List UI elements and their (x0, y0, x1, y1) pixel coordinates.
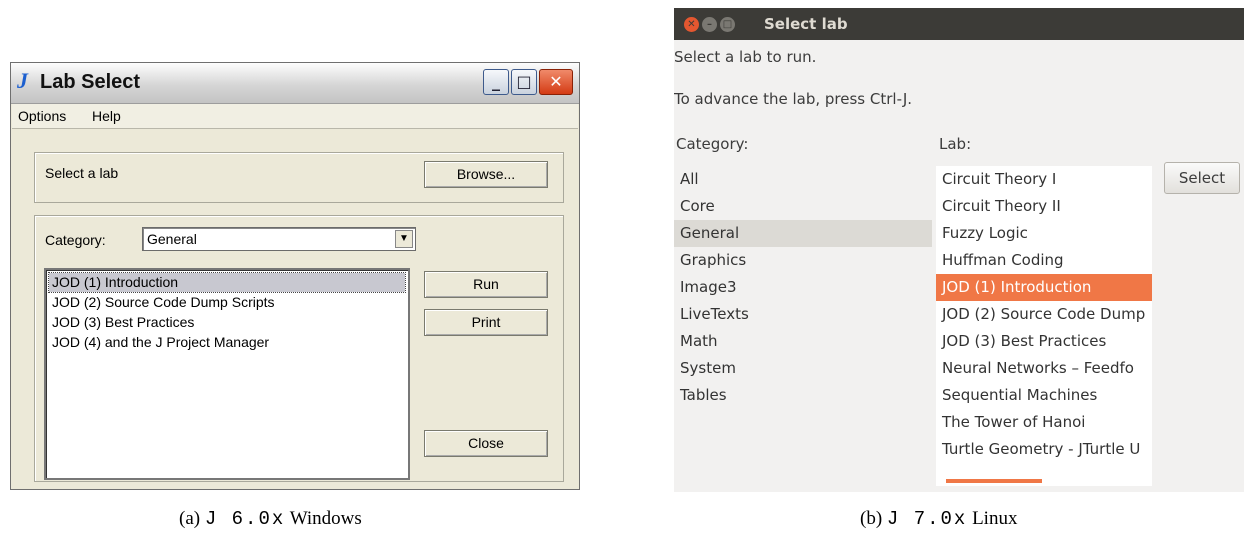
select-button[interactable]: Select (1164, 162, 1240, 194)
dropdown-arrow-icon[interactable]: ▼ (395, 230, 413, 248)
window-title: Lab Select (40, 71, 141, 93)
category-item[interactable]: Tables (674, 382, 932, 409)
minimize-icon[interactable]: _ (483, 69, 509, 95)
minimize-icon[interactable]: – (702, 17, 717, 32)
j-logo-icon: J (17, 68, 28, 93)
category-value: General (147, 231, 197, 247)
title-bar[interactable]: ✕ – □ Select lab (674, 8, 1244, 40)
caption-b-version: J 7.0x (886, 508, 968, 530)
caption-a-suffix: Windows (289, 508, 362, 529)
lab-item[interactable]: Huffman Coding (936, 247, 1152, 274)
menu-help[interactable]: Help (92, 108, 121, 124)
category-item[interactable]: LiveTexts (674, 301, 932, 328)
lab-item[interactable]: Circuit Theory II (936, 193, 1152, 220)
menu-bar: Options Help (12, 104, 578, 129)
scroll-indicator[interactable] (946, 479, 1042, 483)
instruction-advance: To advance the lab, press Ctrl-J. (674, 90, 913, 108)
lab-item[interactable]: Fuzzy Logic (936, 220, 1152, 247)
menu-options[interactable]: Options (18, 108, 66, 124)
lab-item[interactable]: JOD (3) Best Practices (936, 328, 1152, 355)
lab-item[interactable]: JOD (2) Source Code Dump (936, 301, 1152, 328)
linux-select-lab-dialog: ✕ – □ Select lab Select a lab to run. To… (674, 8, 1244, 492)
lab-item[interactable]: Circuit Theory I (936, 166, 1152, 193)
select-prompt: Select a lab (45, 165, 119, 181)
lab-list[interactable]: Circuit Theory I Circuit Theory II Fuzzy… (936, 166, 1152, 486)
lab-header: Lab: (939, 135, 972, 153)
list-item[interactable]: JOD (3) Best Practices (49, 313, 405, 332)
lab-item[interactable]: Neural Networks – Feedfo (936, 355, 1152, 382)
caption-b: (b) J 7.0x Linux (860, 508, 1017, 530)
list-item[interactable]: JOD (4) and the J Project Manager (49, 333, 405, 352)
category-header: Category: (676, 135, 749, 153)
instruction-select: Select a lab to run. (674, 48, 817, 66)
caption-a: (a) J 6.0x Windows (179, 508, 362, 530)
title-bar[interactable]: J Lab Select _ □ ✕ (11, 63, 579, 104)
caption-a-version: J 6.0x (204, 508, 286, 530)
category-item[interactable]: Math (674, 328, 932, 355)
category-dropdown[interactable]: General ▼ (142, 227, 416, 251)
run-button[interactable]: Run (424, 271, 548, 298)
category-item[interactable]: System (674, 355, 932, 382)
close-button[interactable]: Close (424, 430, 548, 457)
lab-item[interactable]: Sequential Machines (936, 382, 1152, 409)
category-item[interactable]: Graphics (674, 247, 932, 274)
run-label: Run (473, 276, 499, 292)
caption-b-suffix: Linux (972, 508, 1018, 529)
category-item[interactable]: All (674, 166, 932, 193)
category-item[interactable]: Core (674, 193, 932, 220)
close-icon[interactable]: ✕ (539, 69, 573, 95)
category-item[interactable]: Image3 (674, 274, 932, 301)
print-button[interactable]: Print (424, 309, 548, 336)
windows-lab-select-dialog: J Lab Select _ □ ✕ Options Help Select a… (10, 62, 580, 490)
window-title: Select lab (764, 15, 848, 33)
browse-label: Browse... (456, 166, 516, 182)
print-label: Print (471, 314, 501, 330)
lab-item[interactable]: Turtle Geometry - JTurtle U (936, 436, 1152, 463)
list-item[interactable]: JOD (1) Introduction (48, 272, 406, 293)
category-list[interactable]: All Core General Graphics Image3 LiveTex… (674, 166, 932, 486)
lab-listbox[interactable]: JOD (1) Introduction JOD (2) Source Code… (44, 268, 410, 480)
close-label: Close (468, 435, 504, 451)
lab-item[interactable]: JOD (1) Introduction (936, 274, 1152, 301)
maximize-icon[interactable]: □ (511, 69, 537, 95)
category-label: Category: (45, 232, 106, 248)
caption-b-prefix: (b) (860, 508, 883, 529)
list-item[interactable]: JOD (2) Source Code Dump Scripts (49, 293, 405, 312)
category-item[interactable]: General (674, 220, 932, 247)
close-icon[interactable]: ✕ (684, 17, 699, 32)
browse-button[interactable]: Browse... (424, 161, 548, 188)
caption-a-prefix: (a) (179, 508, 201, 529)
maximize-icon[interactable]: □ (720, 17, 735, 32)
lab-item[interactable]: The Tower of Hanoi (936, 409, 1152, 436)
